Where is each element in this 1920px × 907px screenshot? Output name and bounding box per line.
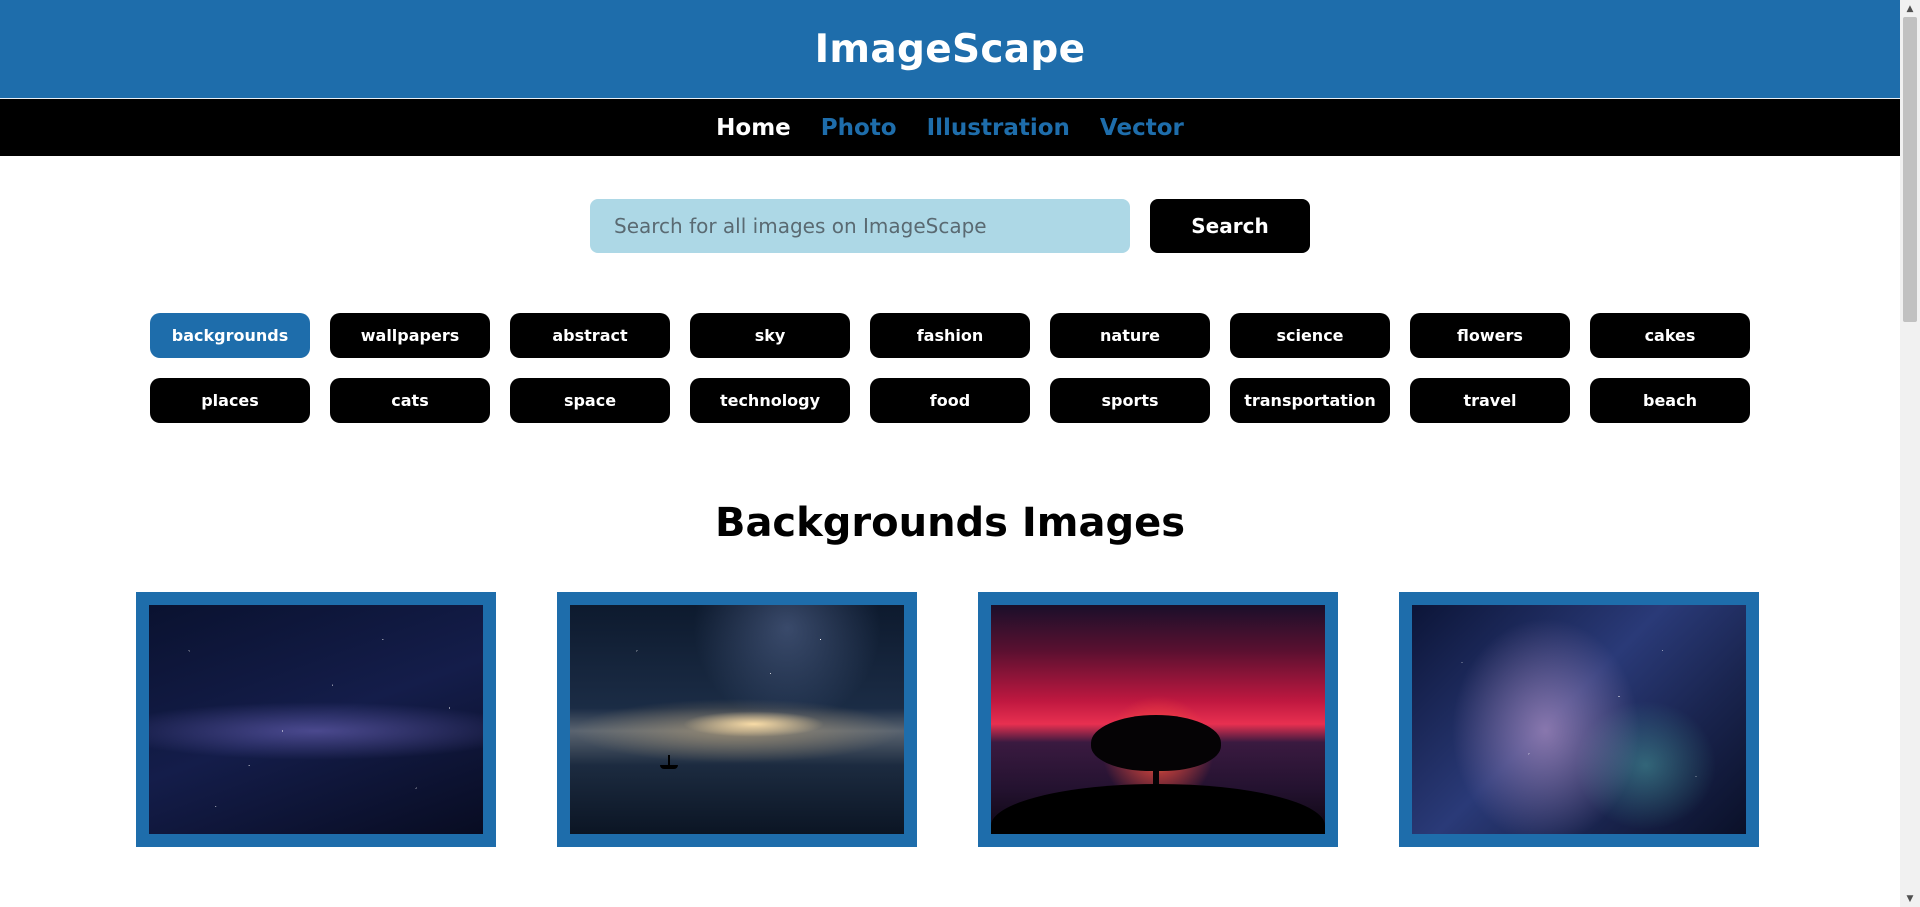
category-chip-cats[interactable]: cats (330, 378, 490, 423)
nav-photo-link[interactable]: Photo (821, 115, 897, 141)
category-chip-technology[interactable]: technology (690, 378, 850, 423)
search-bar: Search (0, 199, 1900, 253)
category-chip-fashion[interactable]: fashion (870, 313, 1030, 358)
category-chip-travel[interactable]: travel (1410, 378, 1570, 423)
category-chip-food[interactable]: food (870, 378, 1030, 423)
category-chip-places[interactable]: places (150, 378, 310, 423)
category-chip-wallpapers[interactable]: wallpapers (330, 313, 490, 358)
category-chip-science[interactable]: science (1230, 313, 1390, 358)
galaxy-image (1412, 605, 1746, 834)
category-chip-sky[interactable]: sky (690, 313, 850, 358)
section-title: Backgrounds Images (714, 500, 1186, 546)
sunset-tree-image (991, 605, 1325, 834)
category-chip-transportation[interactable]: transportation (1230, 378, 1390, 423)
search-button[interactable]: Search (1150, 199, 1310, 253)
vertical-scrollbar[interactable]: ▲ ▼ (1900, 0, 1920, 907)
category-chip-cakes[interactable]: cakes (1590, 313, 1750, 358)
night-sea-boat-image (570, 605, 904, 834)
scrollbar-thumb[interactable] (1903, 17, 1917, 322)
nav-illustration-link[interactable]: Illustration (927, 115, 1070, 141)
nav-home-link[interactable]: Home (716, 115, 791, 141)
image-card[interactable] (136, 592, 496, 847)
image-card[interactable] (557, 592, 917, 847)
category-chip-beach[interactable]: beach (1590, 378, 1750, 423)
nav-vector-link[interactable]: Vector (1100, 115, 1184, 141)
category-chips: backgrounds wallpapers abstract sky fash… (150, 313, 1750, 423)
category-chip-nature[interactable]: nature (1050, 313, 1210, 358)
category-chip-space[interactable]: space (510, 378, 670, 423)
image-card[interactable] (978, 592, 1338, 847)
main-nav: Home Photo Illustration Vector (0, 99, 1900, 156)
site-title: ImageScape (814, 26, 1086, 72)
category-chip-abstract[interactable]: abstract (510, 313, 670, 358)
category-chip-sports[interactable]: sports (1050, 378, 1210, 423)
search-input[interactable] (590, 199, 1130, 253)
site-header: ImageScape (0, 0, 1900, 99)
category-chip-flowers[interactable]: flowers (1410, 313, 1570, 358)
category-chip-backgrounds[interactable]: backgrounds (150, 313, 310, 358)
tree-silhouette (1091, 715, 1221, 771)
milky-way-image (149, 605, 483, 834)
scroll-down-arrow-icon[interactable]: ▼ (1900, 890, 1920, 907)
image-card[interactable] (1399, 592, 1759, 847)
sailboat-silhouette (660, 755, 682, 769)
hill-silhouette (991, 784, 1325, 834)
page: ImageScape Home Photo Illustration Vecto… (0, 0, 1900, 907)
scroll-up-arrow-icon[interactable]: ▲ (1900, 0, 1920, 17)
image-gallery (136, 592, 1759, 847)
